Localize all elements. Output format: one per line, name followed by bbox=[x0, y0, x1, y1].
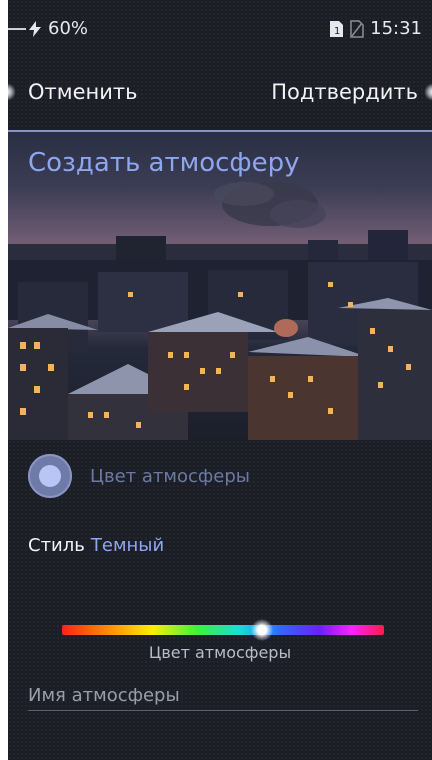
sim-card-icon: 1 bbox=[330, 20, 344, 37]
color-slider-track[interactable] bbox=[62, 625, 384, 635]
charging-bolt-icon bbox=[29, 20, 41, 37]
status-left: 60% bbox=[8, 18, 88, 39]
color-slider-label: Цвет атмосферы bbox=[148, 643, 292, 662]
style-label: Стиль bbox=[28, 535, 85, 556]
charging-cable-icon bbox=[8, 27, 26, 30]
action-bar: Отменить Подтвердить bbox=[8, 70, 432, 130]
atmosphere-preview-image: Создать атмосферу bbox=[8, 132, 432, 440]
confirm-button[interactable]: Подтвердить bbox=[271, 80, 418, 104]
atmosphere-color-picker[interactable]: Цвет атмосферы bbox=[28, 452, 432, 502]
atmosphere-name-input[interactable] bbox=[28, 680, 418, 711]
edge-glow-icon bbox=[8, 83, 16, 101]
cancel-button[interactable]: Отменить bbox=[28, 80, 138, 104]
page-title: Создать атмосферу bbox=[28, 148, 300, 178]
color-swatch[interactable] bbox=[28, 454, 72, 498]
battery-percentage: 60% bbox=[48, 18, 89, 39]
edge-glow-icon bbox=[424, 83, 432, 101]
svg-text:1: 1 bbox=[334, 26, 340, 37]
atmosphere-name-field bbox=[28, 680, 418, 714]
style-selector[interactable]: Стиль Темный bbox=[28, 535, 164, 556]
status-bar: 60% 1 15:31 bbox=[8, 0, 432, 56]
style-value[interactable]: Темный bbox=[91, 535, 164, 556]
status-right: 1 15:31 bbox=[328, 18, 422, 39]
clock: 15:31 bbox=[370, 18, 422, 39]
color-slider-thumb[interactable] bbox=[250, 619, 273, 641]
color-swatch-fill bbox=[39, 465, 61, 487]
atmosphere-color-label: Цвет атмосферы bbox=[90, 466, 250, 487]
no-signal-icon bbox=[350, 19, 364, 38]
app-screen: 60% 1 15:31 Отменить Подтвердить Создать… bbox=[8, 0, 432, 760]
city-skyline-illustration bbox=[8, 182, 432, 440]
